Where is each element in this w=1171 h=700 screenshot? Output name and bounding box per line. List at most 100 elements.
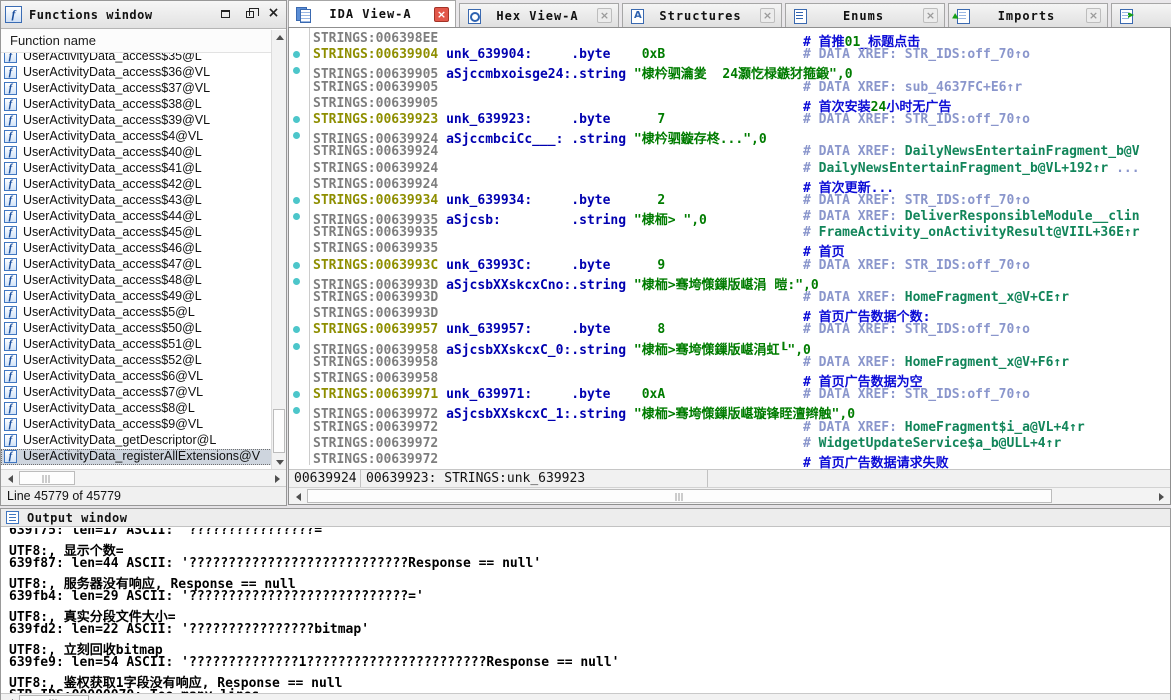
code-line[interactable]: STRINGS:00639957 unk_639957: .byte 8 # DA… — [311, 322, 1170, 338]
code-line[interactable]: STRINGS:00639935 # 首页 — [311, 241, 1170, 260]
function-list-item[interactable]: f UserActivityData_access$46@L — [1, 241, 272, 257]
function-list-item[interactable]: f UserActivityData_access$42@L — [1, 177, 272, 193]
function-list-item[interactable]: f UserActivityData_access$6@VL — [1, 369, 272, 385]
code-line[interactable]: STRINGS:00639972 # 首页广告数据请求失败 — [311, 452, 1170, 469]
code-line[interactable]: STRINGS:00639958 # DATA XREF: HomeFragmen… — [311, 355, 1170, 371]
tab-hex-view-a[interactable]: Hex View-A × — [459, 3, 619, 27]
function-list-item[interactable]: f UserActivityData_access$47@L — [1, 257, 272, 273]
code-line[interactable]: STRINGS:00639971 unk_639971: .byte 0xA # … — [311, 387, 1170, 403]
code-line[interactable]: STRINGS:0063993D aSjcsbXXskcxCno:.string… — [311, 274, 1170, 293]
horizontal-scrollbar-thumb[interactable] — [19, 471, 75, 485]
margin-line — [289, 80, 309, 96]
function-icon: f — [4, 354, 17, 367]
code-line[interactable]: STRINGS:00639904 unk_639904: .byte 0xB # … — [311, 47, 1170, 63]
address-marker-dot — [293, 67, 300, 75]
code-line[interactable]: STRINGS:00639935 # FrameActivity_onActivi… — [311, 225, 1170, 241]
close-tab-icon[interactable]: × — [760, 8, 775, 23]
close-icon[interactable]: × — [266, 6, 281, 21]
tab-imports[interactable]: Imports × — [948, 3, 1108, 27]
code-line[interactable]: STRINGS:00639934 unk_639934: .byte 2 # DA… — [311, 193, 1170, 209]
code-line[interactable]: STRINGS:00639905 aSjccmbxoisge24:.string… — [311, 63, 1170, 82]
scroll-left-icon[interactable] — [2, 695, 18, 700]
function-list-item[interactable]: f UserActivityData_access$37@VL — [1, 81, 272, 97]
output-horizontal-scrollbar[interactable] — [1, 693, 1170, 700]
scroll-left-icon[interactable] — [290, 489, 306, 504]
code-line[interactable]: STRINGS:0063993D # 首页广告数据个数: — [311, 306, 1170, 325]
functions-window-titlebar[interactable]: f Functions window × — [1, 1, 286, 29]
code-line[interactable]: STRINGS:00639924 # DATA XREF: DailyNewsEn… — [311, 144, 1170, 160]
function-list-item[interactable]: f UserActivityData_access$7@VL — [1, 385, 272, 401]
ida-view-horizontal-scrollbar[interactable] — [289, 487, 1170, 504]
function-list-vertical-scrollbar[interactable] — [271, 30, 286, 469]
function-list-item[interactable]: f UserActivityData_access$50@L — [1, 321, 272, 337]
close-tab-icon[interactable]: × — [597, 8, 612, 23]
function-name: UserActivityData_access$45@L — [23, 225, 202, 239]
maximize-icon[interactable] — [218, 7, 233, 21]
status-address-cell: 00639924 — [289, 470, 361, 487]
code-line[interactable]: STRINGS:00639924 aSjccmbciCc___: .string… — [311, 128, 1170, 147]
function-list-item[interactable]: f UserActivityData_access$5@L — [1, 305, 272, 321]
function-name-column-header[interactable]: Function name — [1, 29, 272, 53]
code-comment: # DATA XREF: STR_IDS:off_70↑o — [803, 387, 1030, 403]
function-list[interactable]: f UserActivityData_access$35@L f UserActivi… — [1, 53, 272, 469]
function-list-item[interactable]: f UserActivityData_access$41@L — [1, 161, 272, 177]
output-window-titlebar[interactable]: Output window — [1, 509, 1170, 527]
function-list-item[interactable]: f UserActivityData_access$39@VL — [1, 113, 272, 129]
disassembly-listing[interactable]: STRINGS:006398EE # 首推01_标题点击 STRINGS:00639… — [311, 31, 1170, 469]
code-line[interactable]: STRINGS:00639924 # 首次更新... — [311, 177, 1170, 196]
scroll-up-icon[interactable] — [272, 30, 287, 44]
status-location-cell: 00639923: STRINGS:unk_639923 — [361, 470, 708, 487]
code-comment: # DATA XREF: HomeFragment$i_a@VL+4↑r — [803, 419, 1085, 435]
scroll-left-icon[interactable] — [2, 471, 18, 486]
code-comment: # DATA XREF: STR_IDS:off_70↑o — [803, 111, 1030, 127]
function-list-item[interactable]: f UserActivityData_access$35@L — [1, 53, 272, 65]
code-line[interactable]: STRINGS:00639923 unk_639923: .byte 7 # DA… — [311, 112, 1170, 128]
code-line[interactable]: STRINGS:00639972 # DATA XREF: HomeFragmen… — [311, 420, 1170, 436]
code-line[interactable]: STRINGS:00639972 # WidgetUpdateService$a_… — [311, 436, 1170, 452]
restore-icon[interactable] — [242, 7, 259, 21]
tab-enums[interactable]: Enums × — [785, 3, 945, 27]
hex-view-icon — [466, 8, 482, 24]
function-list-item[interactable]: f UserActivityData_access$38@L — [1, 97, 272, 113]
tab-exports-partial[interactable] — [1111, 3, 1171, 27]
horizontal-scrollbar-thumb[interactable] — [307, 489, 1052, 503]
margin-line — [289, 112, 309, 128]
code-line[interactable]: STRINGS:00639958 aSjcsbXXskcxC_0:.string… — [311, 339, 1170, 358]
code-line[interactable]: STRINGS:00639935 aSjcsb: .string "棣栭> ",… — [311, 209, 1170, 228]
function-name: UserActivityData_access$52@L — [23, 353, 202, 367]
scroll-down-icon[interactable] — [272, 455, 287, 469]
vertical-scrollbar-thumb[interactable] — [273, 409, 285, 453]
function-list-item[interactable]: f UserActivityData_access$49@L — [1, 289, 272, 305]
function-list-item[interactable]: f UserActivityData_getDescriptor@L — [1, 433, 272, 449]
code-line[interactable]: STRINGS:0063993D # DATA XREF: HomeFragmen… — [311, 290, 1170, 306]
code-line[interactable]: STRINGS:00639924 # DailyNewsEntertainFrag… — [311, 161, 1170, 177]
scroll-right-icon[interactable] — [1153, 489, 1169, 504]
tab-structures[interactable]: Structures × — [622, 3, 782, 27]
function-list-item[interactable]: f UserActivityData_access$8@L — [1, 401, 272, 417]
function-list-item[interactable]: f UserActivityData_access$9@VL — [1, 417, 272, 433]
close-tab-icon[interactable]: × — [434, 6, 449, 22]
code-line[interactable]: STRINGS:00639905 # 首次安装24小时无广告 — [311, 96, 1170, 115]
function-list-item[interactable]: f UserActivityData_access$40@L — [1, 145, 272, 161]
function-list-item[interactable]: f UserActivityData_access$48@L — [1, 273, 272, 289]
code-comment: # DATA XREF: HomeFragment_x@V+CE↑r — [803, 290, 1070, 305]
horizontal-scrollbar-thumb[interactable] — [19, 695, 89, 700]
code-line[interactable]: STRINGS:00639958 # 首页广告数据为空 — [311, 371, 1170, 390]
code-line[interactable]: STRINGS:0063993C unk_63993C: .byte 9 # DA… — [311, 258, 1170, 274]
function-list-horizontal-scrollbar[interactable] — [1, 469, 286, 486]
function-list-item[interactable]: f UserActivityData_access$44@L — [1, 209, 272, 225]
code-line[interactable]: STRINGS:00639905 # DATA XREF: sub_4637FC+… — [311, 80, 1170, 96]
scroll-right-icon[interactable] — [269, 471, 285, 486]
function-list-item[interactable]: f UserActivityData_access$4@VL — [1, 129, 272, 145]
function-list-item[interactable]: f UserActivityData_access$43@L — [1, 193, 272, 209]
tab-ida-view-a[interactable]: IDA View-A × — [288, 0, 456, 27]
close-tab-icon[interactable]: × — [923, 8, 938, 23]
function-list-item[interactable]: f UserActivityData_access$36@VL — [1, 65, 272, 81]
function-list-item[interactable]: f UserActivityData_access$51@L — [1, 337, 272, 353]
function-list-item[interactable]: f UserActivityData_registerAllExtensions@… — [1, 449, 272, 465]
close-tab-icon[interactable]: × — [1086, 8, 1101, 23]
function-list-item[interactable]: f UserActivityData_access$45@L — [1, 225, 272, 241]
function-list-item[interactable]: f UserActivityData_access$52@L — [1, 353, 272, 369]
code-line[interactable]: STRINGS:00639972 aSjcsbXXskcxC_1:.string… — [311, 403, 1170, 422]
code-line[interactable]: STRINGS:006398EE # 首推01_标题点击 — [311, 31, 1170, 50]
